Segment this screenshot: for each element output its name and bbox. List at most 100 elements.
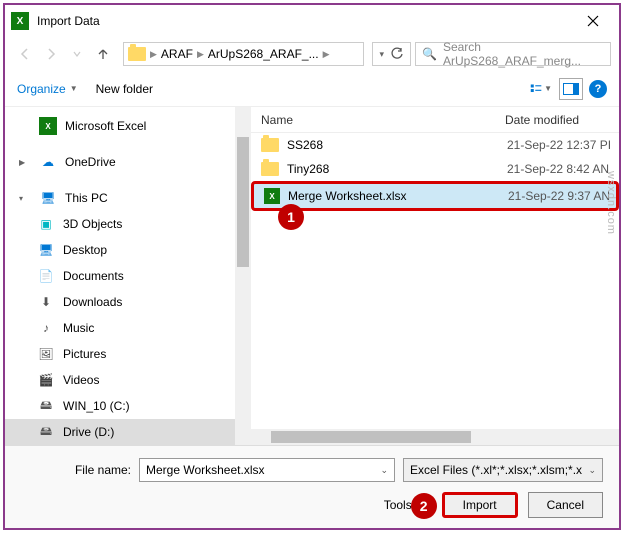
folder-icon bbox=[261, 138, 279, 152]
refresh-icon[interactable] bbox=[390, 47, 404, 61]
breadcrumb[interactable]: ▶ ARAF ▶ ArUpS268_ARAF_... ▶ bbox=[123, 42, 364, 66]
pc-icon: 🖥 bbox=[39, 189, 57, 207]
nav-item-excel[interactable]: X Microsoft Excel bbox=[5, 113, 251, 139]
chevron-down-icon: ⌄ bbox=[588, 465, 596, 476]
expand-icon[interactable]: ▶ bbox=[19, 158, 31, 167]
import-button[interactable]: 2 Import bbox=[442, 492, 518, 518]
body-area: X Microsoft Excel ▶ ☁ OneDrive ▾ 🖥 This … bbox=[5, 107, 619, 445]
desktop-icon: 🖥 bbox=[37, 241, 55, 259]
breadcrumb-item[interactable]: ARAF bbox=[161, 47, 193, 61]
recent-dropdown[interactable] bbox=[65, 42, 89, 66]
nav-label: Documents bbox=[63, 269, 124, 283]
forward-icon bbox=[44, 47, 58, 61]
filetype-combobox[interactable]: Excel Files (*.xl*;*.xlsx;*.xlsm;*.x ⌄ bbox=[403, 458, 603, 482]
back-button[interactable] bbox=[13, 42, 37, 66]
back-icon bbox=[18, 47, 32, 61]
preview-pane-button[interactable] bbox=[559, 78, 583, 100]
organize-menu[interactable]: Organize ▼ bbox=[17, 82, 78, 96]
column-name[interactable]: Name bbox=[257, 113, 501, 127]
toolbar: Organize ▼ New folder ▼ ? bbox=[5, 71, 619, 107]
item-name: Merge Worksheet.xlsx bbox=[288, 189, 508, 203]
collapse-icon[interactable]: ▾ bbox=[19, 194, 31, 203]
videos-icon: 🎬 bbox=[37, 371, 55, 389]
nav-item-win10[interactable]: 🖴 WIN_10 (C:) bbox=[5, 393, 251, 419]
documents-icon: 📄 bbox=[37, 267, 55, 285]
drive-icon: 🖴 bbox=[37, 397, 55, 415]
nav-item-desktop[interactable]: 🖥 Desktop bbox=[5, 237, 251, 263]
item-date: 21-Sep-22 8:42 AN bbox=[507, 162, 609, 176]
drive-icon: 🖴 bbox=[37, 423, 55, 441]
import-data-dialog: X Import Data ▶ ARAF ▶ ArUpS268_AR bbox=[3, 3, 621, 530]
nav-scrollbar[interactable] bbox=[235, 107, 251, 445]
breadcrumb-item[interactable]: ArUpS268_ARAF_... bbox=[208, 47, 319, 61]
window-title: Import Data bbox=[37, 14, 573, 28]
pictures-icon: 🖼 bbox=[37, 345, 55, 363]
search-icon: 🔍 bbox=[422, 47, 437, 61]
navigation-pane: X Microsoft Excel ▶ ☁ OneDrive ▾ 🖥 This … bbox=[5, 107, 251, 445]
search-input[interactable]: 🔍 Search ArUpS268_ARAF_merg... bbox=[415, 42, 611, 66]
dropdown-caret-icon[interactable]: ▾ bbox=[379, 49, 384, 60]
excel-app-icon: X bbox=[11, 12, 29, 30]
nav-item-3dobjects[interactable]: ▣ 3D Objects bbox=[5, 211, 251, 237]
nav-item-videos[interactable]: 🎬 Videos bbox=[5, 367, 251, 393]
search-placeholder: Search ArUpS268_ARAF_merg... bbox=[443, 40, 604, 68]
folder-icon bbox=[128, 47, 146, 61]
list-item-selected[interactable]: X Merge Worksheet.xlsx 21-Sep-22 9:37 AN bbox=[251, 181, 619, 211]
nav-item-music[interactable]: ♪ Music bbox=[5, 315, 251, 341]
watermark: wsxdn.com bbox=[605, 170, 617, 234]
tools-label: Tools bbox=[384, 498, 412, 512]
item-date: 21-Sep-22 12:37 PI bbox=[507, 138, 611, 152]
cloud-icon: ☁ bbox=[39, 153, 57, 171]
folder-icon bbox=[261, 162, 279, 176]
filename-label: File name: bbox=[21, 463, 131, 477]
nav-label: Downloads bbox=[63, 295, 122, 309]
nav-label: Drive (D:) bbox=[63, 425, 114, 439]
list-item[interactable]: Tiny268 21-Sep-22 8:42 AN bbox=[251, 157, 619, 181]
filename-combobox[interactable]: Merge Worksheet.xlsx ⌄ bbox=[139, 458, 395, 482]
nav-item-downloads[interactable]: ⬇ Downloads bbox=[5, 289, 251, 315]
close-button[interactable] bbox=[573, 5, 613, 37]
forward-button[interactable] bbox=[39, 42, 63, 66]
nav-label: 3D Objects bbox=[63, 217, 122, 231]
up-icon bbox=[96, 47, 110, 61]
content-hscrollbar[interactable] bbox=[251, 429, 619, 445]
chevron-down-icon: ⌄ bbox=[380, 465, 388, 476]
excel-icon: X bbox=[39, 117, 57, 135]
nav-arrows bbox=[13, 42, 115, 66]
nav-item-documents[interactable]: 📄 Documents bbox=[5, 263, 251, 289]
organize-label: Organize bbox=[17, 82, 66, 96]
item-name: Tiny268 bbox=[287, 162, 507, 176]
help-button[interactable]: ? bbox=[589, 80, 607, 98]
filename-value: Merge Worksheet.xlsx bbox=[146, 463, 264, 477]
view-mode-button[interactable]: ▼ bbox=[529, 78, 553, 100]
item-name: SS268 bbox=[287, 138, 507, 152]
refresh-group: ▾ bbox=[372, 42, 411, 66]
3d-icon: ▣ bbox=[37, 215, 55, 233]
nav-label: Videos bbox=[63, 373, 99, 387]
new-folder-button[interactable]: New folder bbox=[96, 82, 153, 96]
nav-item-thispc[interactable]: ▾ 🖥 This PC bbox=[5, 185, 251, 211]
titlebar: X Import Data bbox=[5, 5, 619, 37]
chevron-right-icon: ▶ bbox=[195, 49, 206, 60]
column-date[interactable]: Date modified bbox=[501, 113, 619, 127]
file-list-pane: Name Date modified SS268 21-Sep-22 12:37… bbox=[251, 107, 619, 445]
bottom-panel: File name: Merge Worksheet.xlsx ⌄ Excel … bbox=[5, 445, 619, 528]
up-button[interactable] bbox=[91, 42, 115, 66]
column-headers: Name Date modified bbox=[251, 107, 619, 133]
view-buttons: ▼ ? bbox=[529, 78, 607, 100]
chevron-right-icon: ▶ bbox=[148, 49, 159, 60]
cancel-button[interactable]: Cancel bbox=[528, 492, 603, 518]
filetype-value: Excel Files (*.xl*;*.xlsx;*.xlsm;*.x bbox=[410, 463, 582, 477]
nav-label: This PC bbox=[65, 191, 108, 205]
nav-label: Music bbox=[63, 321, 94, 335]
chevron-right-icon: ▶ bbox=[321, 49, 332, 60]
nav-item-drived[interactable]: 🖴 Drive (D:) bbox=[5, 419, 251, 445]
item-date: 21-Sep-22 9:37 AN bbox=[508, 189, 610, 203]
import-label: Import bbox=[463, 498, 497, 512]
list-item[interactable]: SS268 21-Sep-22 12:37 PI bbox=[251, 133, 619, 157]
address-bar-row: ▶ ARAF ▶ ArUpS268_ARAF_... ▶ ▾ 🔍 Search … bbox=[5, 37, 619, 71]
cancel-label: Cancel bbox=[547, 498, 584, 512]
nav-label: Microsoft Excel bbox=[65, 119, 146, 133]
nav-item-onedrive[interactable]: ▶ ☁ OneDrive bbox=[5, 149, 251, 175]
nav-item-pictures[interactable]: 🖼 Pictures bbox=[5, 341, 251, 367]
